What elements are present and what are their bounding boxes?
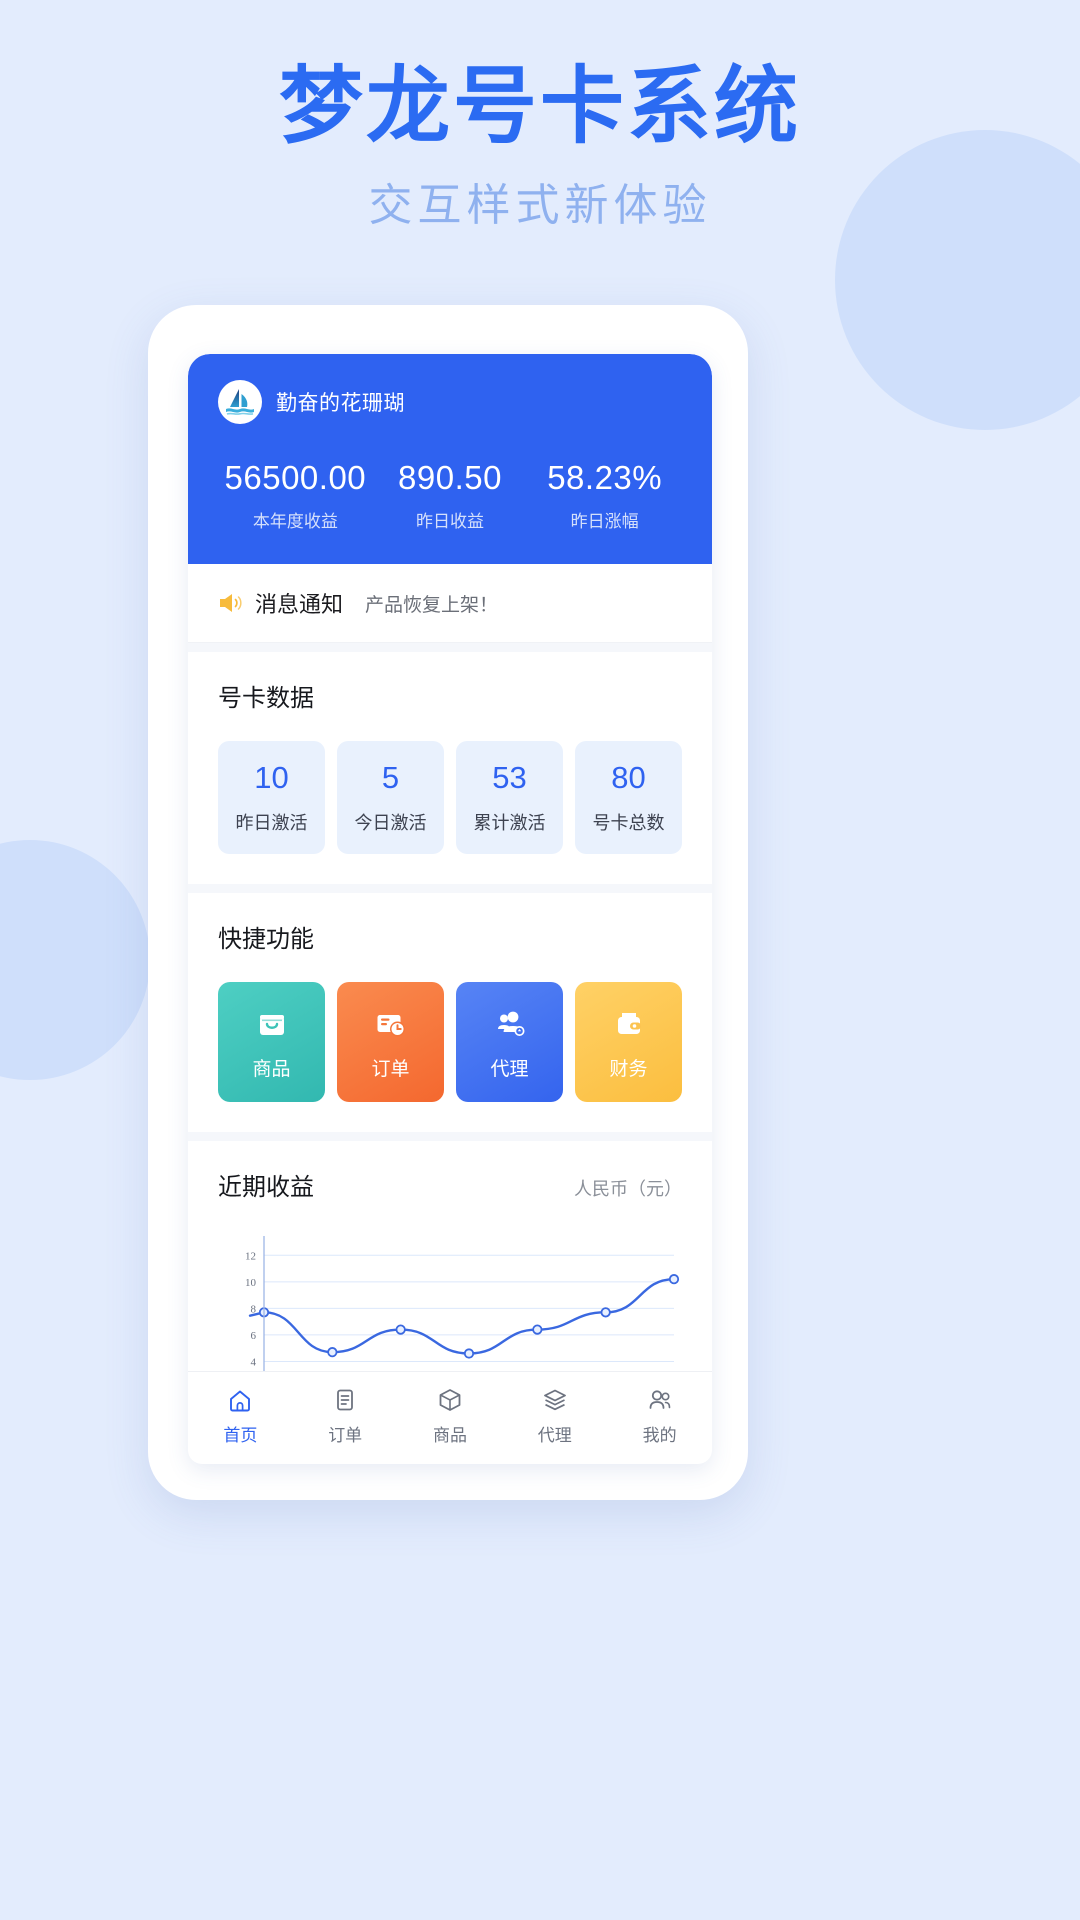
chart-point[interactable]: [668, 1274, 680, 1285]
tile-yesterday-activated[interactable]: 10 昨日激活: [218, 741, 325, 855]
quick-tile-finance[interactable]: 财务: [575, 982, 682, 1103]
chart-y-tick: 4: [251, 1357, 257, 1369]
order-clock-icon: [377, 1014, 405, 1037]
stat-value: 890.50: [398, 459, 502, 496]
chart-point[interactable]: [327, 1347, 338, 1358]
page-title: 梦龙号卡系统: [278, 59, 801, 153]
card-data-tiles: 10 昨日激活 5 今日激活 53 累计激活 80 号卡总数: [218, 741, 682, 855]
app-header: 勤奋的花珊瑚 56500.00 本年度收益 890.50 昨日收益 58.23%…: [188, 354, 712, 565]
quick-tile-goods[interactable]: 商品: [218, 982, 325, 1103]
chart-y-tick: 6: [251, 1330, 257, 1342]
stat-yesterday-revenue: 890.50 昨日收益: [373, 459, 528, 532]
notice-text: 产品恢复上架！: [365, 594, 499, 616]
chart-y-tick: 10: [245, 1277, 257, 1289]
tile-total-cards[interactable]: 80 号卡总数: [575, 741, 682, 855]
box-icon: [439, 1389, 461, 1411]
receipt-icon: [337, 1389, 354, 1411]
nav-item-home[interactable]: 首页: [188, 1386, 293, 1446]
app-screen: 勤奋的花珊瑚 56500.00 本年度收益 890.50 昨日收益 58.23%…: [188, 354, 712, 1464]
chart-point[interactable]: [463, 1348, 475, 1359]
bottom-navigation: 首页 订单 商品 代理 我的: [188, 1371, 712, 1464]
nav-item-mine[interactable]: 我的: [607, 1386, 712, 1446]
quick-tile-label: 订单: [371, 1058, 410, 1080]
tile-value: 10: [254, 760, 289, 796]
chart-gridlines: [264, 1255, 674, 1389]
nav-label: 代理: [537, 1426, 572, 1445]
username: 勤奋的花珊瑚: [276, 392, 405, 415]
tile-value: 53: [492, 760, 527, 796]
chart-point[interactable]: [532, 1324, 543, 1335]
wallet-icon: [617, 1012, 641, 1034]
tile-total-activated[interactable]: 53 累计激活: [456, 741, 563, 855]
hero-section: 梦龙号卡系统 交互样式新体验: [0, 0, 1080, 233]
quick-tile-label: 商品: [252, 1058, 291, 1080]
nav-item-goods[interactable]: 商品: [398, 1386, 503, 1446]
megaphone-icon: [220, 594, 242, 613]
section-title: 号卡数据: [218, 685, 314, 713]
tile-today-activated[interactable]: 5 今日激活: [337, 741, 444, 855]
revenue-chart-head: 近期收益 人民币（元）: [218, 1167, 682, 1202]
notice-title: 消息通知: [255, 592, 344, 618]
stat-yesterday-growth: 58.23% 昨日涨幅: [527, 459, 682, 532]
nav-label: 首页: [223, 1426, 258, 1445]
nav-item-order[interactable]: 订单: [293, 1386, 398, 1446]
stat-year-revenue: 56500.00 本年度收益: [218, 459, 373, 532]
nav-label: 我的: [642, 1426, 677, 1445]
agent-users-icon: [497, 1011, 524, 1036]
section-title: 近期收益: [218, 1174, 314, 1202]
shopping-bag-icon: [259, 1014, 284, 1035]
chart-data-points: [258, 1274, 680, 1359]
stat-value: 58.23%: [547, 459, 663, 496]
nav-label: 订单: [328, 1426, 363, 1445]
stat-label: 本年度收益: [252, 512, 338, 532]
quick-tile-agent[interactable]: 代理: [456, 982, 563, 1103]
chart-line-series: [248, 1276, 676, 1355]
tile-label: 号卡总数: [592, 813, 665, 834]
stat-label: 昨日涨幅: [570, 512, 639, 532]
quick-functions-head: 快捷功能: [218, 919, 682, 954]
tile-label: 昨日激活: [235, 813, 308, 834]
tile-value: 80: [611, 760, 646, 796]
quick-functions-section: 快捷功能 商品 订单 代理 财务: [188, 893, 712, 1133]
notice-bar[interactable]: 消息通知 产品恢复上架！: [188, 564, 712, 644]
phone-mockup: 勤奋的花珊瑚 56500.00 本年度收益 890.50 昨日收益 58.23%…: [148, 305, 748, 1500]
quick-tile-order[interactable]: 订单: [337, 982, 444, 1103]
stat-label: 昨日收益: [416, 512, 484, 532]
quick-tile-label: 财务: [609, 1058, 648, 1080]
stat-value: 56500.00: [224, 459, 367, 496]
nav-label: 商品: [432, 1426, 467, 1445]
card-data-head: 号卡数据: [218, 678, 682, 713]
home-icon: [230, 1390, 251, 1412]
chart-unit-label: 人民币（元）: [574, 1179, 682, 1200]
chart-point[interactable]: [395, 1324, 406, 1335]
page-subtitle: 交互样式新体验: [368, 180, 712, 230]
user-row[interactable]: 勤奋的花珊瑚: [218, 380, 682, 424]
chart-point[interactable]: [600, 1307, 611, 1318]
tile-value: 5: [381, 760, 400, 796]
layers-icon: [543, 1389, 566, 1411]
header-stats-row: 56500.00 本年度收益 890.50 昨日收益 58.23% 昨日涨幅: [218, 459, 682, 532]
section-title: 快捷功能: [218, 926, 314, 954]
user-icon: [649, 1390, 670, 1409]
nav-item-agent[interactable]: 代理: [502, 1386, 607, 1446]
quick-tile-label: 代理: [490, 1058, 529, 1080]
sailboat-icon: [226, 389, 254, 415]
avatar[interactable]: [218, 380, 262, 424]
tile-label: 累计激活: [473, 813, 546, 834]
tile-label: 今日激活: [354, 813, 427, 834]
chart-y-tick: 12: [245, 1251, 256, 1263]
card-data-section: 号卡数据 10 昨日激活 5 今日激活 53 累计激活 80 号卡总数: [188, 652, 712, 885]
quick-function-tiles: 商品 订单 代理 财务: [218, 982, 682, 1103]
